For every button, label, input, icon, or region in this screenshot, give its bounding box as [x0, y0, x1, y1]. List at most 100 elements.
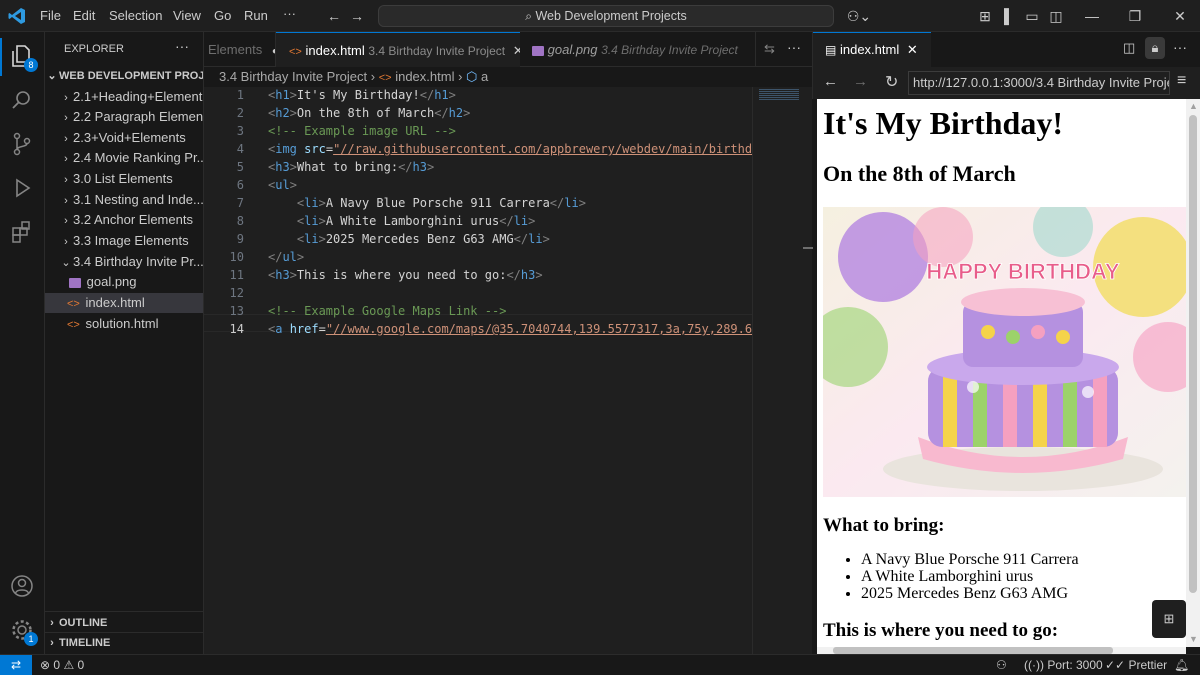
vertical-scrollbar[interactable]: ▲ ▼ — [1186, 99, 1200, 647]
folder-item[interactable]: › 3.2 Anchor Elements — [45, 210, 203, 230]
vscode-logo-icon — [8, 8, 25, 24]
scrollbar-thumb[interactable] — [1189, 115, 1197, 593]
horizontal-scrollbar[interactable] — [817, 647, 1186, 654]
account-icon[interactable] — [8, 572, 36, 600]
file-item-solution-html[interactable]: <> solution.html — [45, 314, 203, 334]
close-tab-icon[interactable]: ✕ — [513, 43, 520, 58]
line-number: 7 — [236, 196, 244, 210]
toggle-sidebar-icon[interactable]: ▌ — [999, 6, 1019, 26]
html-file-icon: <> — [289, 46, 302, 58]
code-editor[interactable]: 1 2 3 4 5 6 7 8 9 10 11 12 13 14 <h1>It'… — [204, 87, 752, 654]
minimize-icon[interactable]: — — [1082, 6, 1102, 26]
remote-indicator-icon[interactable]: ⇄ — [0, 655, 32, 675]
minimap[interactable] — [752, 87, 813, 654]
search-icon[interactable] — [8, 86, 36, 114]
timeline-section[interactable]: › TIMELINE — [45, 633, 203, 653]
split-editor-icon[interactable]: ◫ — [1123, 40, 1135, 56]
layout-customize-icon[interactable]: ⊞ — [975, 6, 995, 26]
hamburger-menu-icon[interactable]: ≡ — [1177, 72, 1186, 90]
compare-icon[interactable]: ⇆ — [764, 41, 775, 57]
folder-item[interactable]: › 2.1+Heading+Element — [45, 87, 203, 107]
breadcrumb-folder[interactable]: 3.4 Birthday Invite Project — [219, 69, 367, 84]
folder-item-expanded[interactable]: ⌄ 3.4 Birthday Invite Pr... — [45, 252, 203, 272]
code-line: <li>2025 Mercedes Benz G63 AMG</li> — [296, 232, 550, 246]
tab-preview-index-html[interactable]: ▤ index.html ✕ — [813, 32, 931, 67]
prettier-status[interactable]: ✓✓ Prettier — [1105, 658, 1167, 672]
list-item: 2025 Mercedes Benz G63 AMG — [861, 585, 1079, 602]
scrollbar-thumb[interactable] — [833, 647, 1113, 654]
toggle-secondary-sidebar-icon[interactable]: ◫ — [1046, 6, 1066, 26]
copilot-icon[interactable]: ⚇⌄ — [846, 6, 872, 26]
command-center-label: Web Development Projects — [535, 9, 687, 23]
image-file-icon — [532, 45, 544, 56]
problems-indicator[interactable]: ⊗ 0 ⚠ 0 — [40, 658, 84, 672]
explorer-badge: 8 — [24, 58, 38, 72]
divider — [45, 611, 203, 612]
menu-edit[interactable]: Edit — [73, 8, 95, 23]
code-line: </ul> — [268, 250, 305, 264]
chevron-down-icon: ⌄ — [61, 257, 71, 269]
warning-count: 0 — [77, 658, 85, 672]
code-line: <h3>What to bring:</h3> — [268, 160, 435, 174]
workspace-root[interactable]: ⌄ WEB DEVELOPMENT PROJ... — [45, 66, 203, 86]
tab-index-html[interactable]: <> index.html 3.4 Birthday Invite Projec… — [276, 32, 520, 67]
close-window-icon[interactable]: ✕ — [1170, 6, 1190, 26]
file-item-index-html[interactable]: <> index.html — [45, 293, 203, 313]
search-icon: ⌕ — [525, 9, 532, 23]
folder-item[interactable]: › 3.0 List Elements — [45, 169, 203, 189]
run-debug-icon[interactable] — [8, 174, 36, 202]
error-count: 0 — [53, 658, 61, 672]
folder-item[interactable]: › 2.4 Movie Ranking Pr... — [45, 148, 203, 168]
folder-item[interactable]: › 3.1 Nesting and Inde... — [45, 190, 203, 210]
toggle-panel-icon[interactable]: ▭ — [1022, 6, 1042, 26]
chevron-right-icon: › — [64, 153, 68, 165]
reload-icon[interactable]: ↻ — [885, 72, 898, 92]
breadcrumb: 3.4 Birthday Invite Project › <> index.h… — [204, 67, 812, 87]
preview-toolbar-toggle-icon[interactable]: ⊞ — [1152, 600, 1186, 638]
broadcast-icon: ((·)) — [1024, 658, 1044, 672]
tab-elements[interactable]: Elements ● — [204, 32, 276, 67]
file-item-goal-png[interactable]: goal.png — [45, 272, 203, 292]
scroll-up-icon[interactable]: ▲ — [1189, 101, 1198, 111]
explorer-more-button[interactable]: ··· — [175, 38, 189, 54]
chevron-right-icon: › — [370, 69, 379, 84]
code-line: <!-- Example Google Maps Link --> — [268, 304, 507, 318]
port-status[interactable]: ((·)) Port: 3000 — [1024, 658, 1103, 672]
folder-item[interactable]: › 3.3 Image Elements — [45, 231, 203, 251]
folder-item[interactable]: › 2.2 Paragraph Element — [45, 107, 203, 127]
menu-run[interactable]: Run — [244, 8, 268, 23]
copilot-status-icon[interactable]: ⚇ — [996, 658, 1007, 672]
browser-back-icon[interactable]: ← — [823, 73, 838, 90]
editor-more-button[interactable]: ··· — [787, 39, 801, 55]
menu-selection[interactable]: Selection — [109, 8, 162, 23]
chevron-right-icon: › — [458, 69, 467, 84]
breadcrumb-file[interactable]: index.html — [395, 69, 454, 84]
scroll-down-icon[interactable]: ▼ — [1189, 634, 1198, 644]
url-input[interactable]: http://127.0.0.1:3000/3.4 Birthday Invit… — [908, 71, 1170, 95]
close-tab-icon[interactable]: ✕ — [907, 42, 918, 57]
port-label: Port: 3000 — [1047, 658, 1103, 672]
notifications-bell-icon[interactable]: 🔔︎ — [1174, 658, 1189, 672]
back-arrow-icon[interactable]: ← — [324, 6, 344, 26]
restore-icon[interactable]: ❐ — [1125, 6, 1145, 26]
line-number: 13 — [229, 304, 244, 318]
outline-section[interactable]: › OUTLINE — [45, 613, 203, 633]
menu-view[interactable]: View — [173, 8, 201, 23]
breadcrumb-symbol[interactable]: a — [481, 69, 488, 84]
menu-go[interactable]: Go — [214, 8, 231, 23]
forward-arrow-icon[interactable]: → — [347, 6, 367, 26]
tab-goal-png[interactable]: goal.png 3.4 Birthday Invite Project — [520, 32, 756, 67]
browser-forward-icon[interactable]: → — [853, 73, 868, 90]
preview-more-button[interactable]: ··· — [1173, 39, 1187, 55]
menu-more-button[interactable]: ··· — [283, 6, 296, 21]
extensions-icon[interactable] — [8, 218, 36, 246]
folder-label: 2.3+Void+Elements — [73, 130, 186, 145]
code-line: <img src="//raw.githubusercontent.com/ap… — [268, 142, 752, 156]
explorer-sidebar: EXPLORER ··· ⌄ WEB DEVELOPMENT PROJ... › 2… — [45, 32, 204, 654]
chevron-right-icon: › — [50, 637, 54, 649]
lock-icon[interactable]: 🔒︎ — [1145, 37, 1165, 59]
menu-file[interactable]: File — [40, 8, 61, 23]
command-center-search[interactable]: ⌕ Web Development Projects — [378, 5, 834, 27]
folder-item[interactable]: › 2.3+Void+Elements — [45, 128, 203, 148]
source-control-icon[interactable] — [8, 130, 36, 158]
